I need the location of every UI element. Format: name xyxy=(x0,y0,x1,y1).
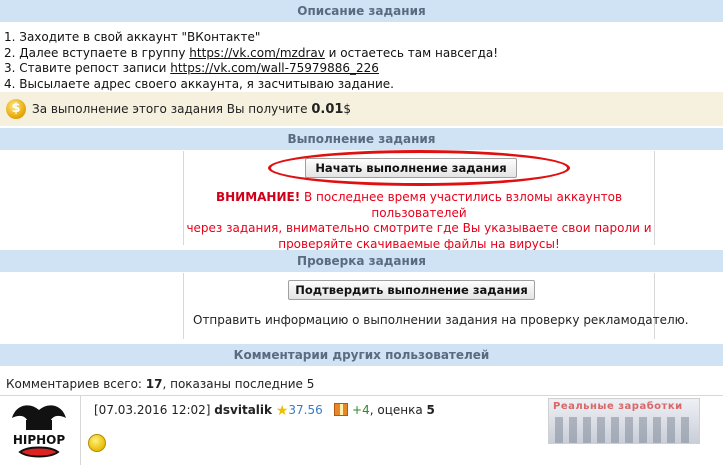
divider xyxy=(654,151,655,245)
verification-header: Проверка задания xyxy=(0,250,723,272)
comment-date: [07.03.2016 12:02] xyxy=(94,403,211,417)
divider xyxy=(0,395,723,396)
warning-text-1: В последнее время участились взломы акка… xyxy=(300,190,623,220)
step-2: 2. Далее вступаете в группу https://vk.c… xyxy=(4,46,498,62)
comments-header: Комментарии других пользователей xyxy=(0,344,723,366)
comment-score-label: , оценка xyxy=(369,403,427,417)
repost-link[interactable]: https://vk.com/wall-75979886_226 xyxy=(170,61,379,75)
group-link[interactable]: https://vk.com/mzdrav xyxy=(189,46,325,60)
warning-label: ВНИМАНИЕ! xyxy=(215,190,301,204)
comment-user[interactable]: dsvitalik xyxy=(214,403,272,417)
gift-icon xyxy=(334,403,349,416)
divider xyxy=(654,273,655,339)
comment-meta: [07.03.2016 12:02] dsvitalik ★37.56 +4, … xyxy=(94,403,435,419)
avatar[interactable]: HIPHOP xyxy=(6,400,72,465)
warning-message: ВНИМАНИЕ! В последнее время участились в… xyxy=(184,190,654,252)
reward-currency: $ xyxy=(343,102,352,116)
warning-text-3: проверяйте скачиваемые файлы на вирусы! xyxy=(278,236,560,251)
execution-header: Выполнение задания xyxy=(0,128,723,150)
highlight-oval xyxy=(268,150,570,186)
comments-total-label: Комментариев всего: xyxy=(6,377,146,391)
star-icon: ★ xyxy=(275,403,289,419)
banner-people-graphic xyxy=(555,417,695,443)
comments-summary: Комментариев всего: 17, показаны последн… xyxy=(6,377,314,391)
divider xyxy=(80,396,81,465)
step-2-text: 2. Далее вступаете в группу xyxy=(4,45,190,60)
comment-plus: +4 xyxy=(352,403,370,417)
reward-bar: $ За выполнение этого задания Вы получит… xyxy=(0,92,723,126)
step-3-text: 3. Ставите репост записи xyxy=(4,61,171,75)
comments-shown: , показаны последние 5 xyxy=(162,377,315,391)
divider xyxy=(183,273,184,339)
comment-score: 5 xyxy=(426,403,435,417)
step-2-suffix: и остаетесь там навсегда! xyxy=(324,45,499,60)
ad-banner[interactable]: Реальные заработки xyxy=(548,398,700,444)
avatar-text: HIPHOP xyxy=(13,433,66,447)
step-3: 3. Ставите репост записи https://vk.com/… xyxy=(4,61,498,77)
task-steps: 1. Заходите в свой аккаунт "ВКонтакте" 2… xyxy=(4,30,498,92)
warning-text-2: через задания, внимательно смотрите где … xyxy=(186,221,652,235)
coin-icon: $ xyxy=(6,99,26,119)
comments-total: 17 xyxy=(145,377,163,391)
smile-icon xyxy=(88,434,106,452)
reward-text: За выполнение этого задания Вы получите xyxy=(32,102,312,116)
user-rating: 37.56 xyxy=(288,403,323,417)
reward-amount: 0.01 xyxy=(311,102,344,117)
verification-info: Отправить информацию о выполнении задани… xyxy=(193,313,689,327)
step-4: 4. Высылаете адрес своего аккаунта, я за… xyxy=(4,76,394,91)
banner-text: Реальные заработки xyxy=(553,401,683,412)
task-description-header: Описание задания xyxy=(0,0,723,22)
step-1: 1. Заходите в свой аккаунт "ВКонтакте" xyxy=(4,30,261,44)
confirm-task-button[interactable]: Подтвердить выполнение задания xyxy=(288,280,535,300)
